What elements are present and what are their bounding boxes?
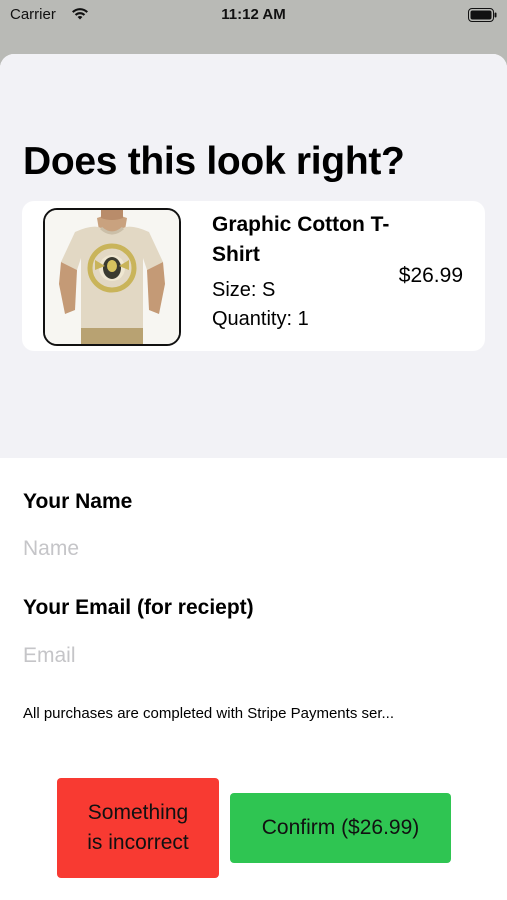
tshirt-photo-icon <box>45 210 179 344</box>
payment-disclaimer: All purchases are completed with Stripe … <box>23 705 395 722</box>
product-name: Graphic Cotton T-Shirt <box>212 213 390 266</box>
email-label: Your Email (for reciept) <box>23 596 254 619</box>
confirm-purchase-button[interactable]: Confirm ($26.99) <box>230 793 451 863</box>
something-incorrect-button[interactable]: Something is incorrect <box>57 778 219 878</box>
status-time: 11:12 AM <box>221 6 286 23</box>
product-image <box>43 208 181 346</box>
product-size: Size: S <box>212 279 276 301</box>
product-card: Graphic Cotton T-Shirt $26.99 Size: S Qu… <box>22 201 485 351</box>
order-summary-section: Does this look right? Graphic Cotton T-S… <box>0 54 507 458</box>
name-label: Your Name <box>23 490 133 513</box>
battery-icon <box>468 8 497 22</box>
product-quantity: Quantity: 1 <box>212 308 309 330</box>
checkout-sheet: Does this look right? Graphic Cotton T-S… <box>0 54 507 900</box>
email-input[interactable] <box>23 641 473 671</box>
page-title: Does this look right? <box>23 140 405 183</box>
name-input[interactable] <box>23 534 473 564</box>
product-price: $26.99 <box>398 264 463 287</box>
status-bar: Carrier 11:12 AM <box>0 0 507 32</box>
